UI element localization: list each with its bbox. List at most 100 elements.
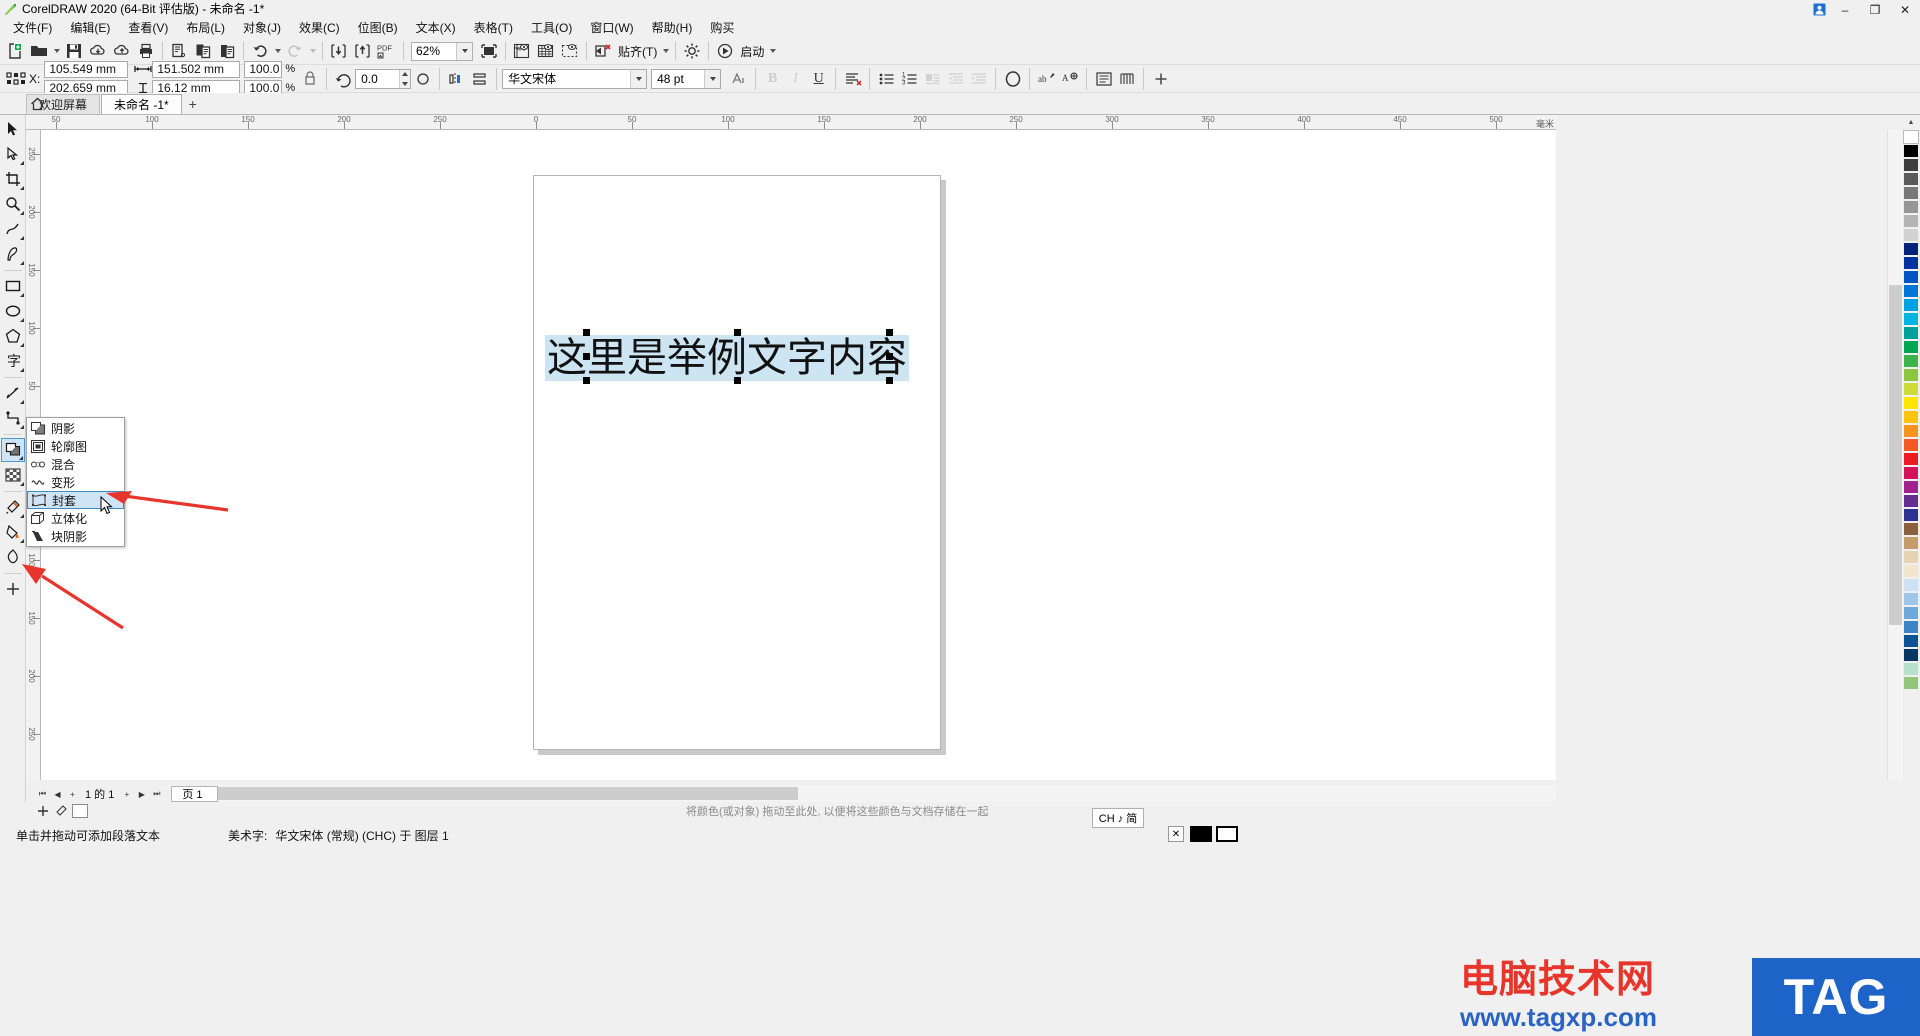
menu-view[interactable]: 查看(V): [119, 19, 177, 38]
font-size-dropdown-arrow[interactable]: [704, 69, 721, 88]
palette-swatch[interactable]: [1903, 144, 1919, 158]
vertical-scrollbar[interactable]: [1887, 130, 1903, 780]
menu-bitmap[interactable]: 位图(B): [349, 19, 407, 38]
palette-swatch[interactable]: [1903, 354, 1919, 368]
flyout-item-blend[interactable]: 混合: [27, 455, 124, 473]
selection-handle-se[interactable]: [886, 377, 893, 384]
tool-color-eyedropper[interactable]: [1, 495, 25, 519]
rotation-icon[interactable]: [332, 67, 355, 90]
palette-swatch[interactable]: [1903, 200, 1919, 214]
open-folder-icon[interactable]: [27, 40, 51, 63]
cloud-download-icon[interactable]: [86, 40, 110, 63]
page-add-before-button[interactable]: +: [66, 788, 79, 801]
options-gear-icon[interactable]: [680, 40, 704, 63]
selection-handle-s[interactable]: [734, 377, 741, 384]
page-next-button[interactable]: ▶: [135, 788, 148, 801]
palette-up-arrow[interactable]: ▲: [1903, 115, 1919, 130]
width-input[interactable]: 151.502 mm: [152, 60, 241, 78]
paragraph-format-icon[interactable]: [1115, 67, 1138, 90]
palette-swatch[interactable]: [1903, 564, 1919, 578]
export-icon[interactable]: [351, 40, 375, 63]
show-grid-icon[interactable]: [534, 40, 558, 63]
palette-swatch[interactable]: [1903, 634, 1919, 648]
selection-handle-sw[interactable]: [583, 377, 590, 384]
rotation-spinner[interactable]: [399, 69, 411, 88]
mirror-vertical-icon[interactable]: [468, 67, 491, 90]
palette-swatch[interactable]: [1903, 186, 1919, 200]
palette-swatch[interactable]: [1903, 214, 1919, 228]
zoom-input[interactable]: [412, 42, 456, 60]
maximize-button[interactable]: ❐: [1860, 0, 1890, 19]
menu-effects[interactable]: 效果(C): [290, 19, 349, 38]
cloud-upload-icon[interactable]: [110, 40, 134, 63]
tool-text[interactable]: 字: [1, 349, 25, 373]
menu-window[interactable]: 窗口(W): [581, 19, 642, 38]
font-name-combo[interactable]: 华文宋体: [502, 68, 648, 89]
zoom-dropdown-arrow[interactable]: [456, 42, 472, 60]
palette-swatch[interactable]: [1903, 508, 1919, 522]
fill-color-indicator[interactable]: [1190, 826, 1212, 842]
palette-swatch[interactable]: [1903, 522, 1919, 536]
tool-parallel-dimension[interactable]: [1, 381, 25, 405]
launch-icon[interactable]: [713, 40, 737, 63]
cut-icon[interactable]: [167, 40, 191, 63]
palette-swatch[interactable]: [1903, 438, 1919, 452]
snap-label[interactable]: 贴齐(T): [615, 43, 660, 60]
palette-swatch[interactable]: [1903, 158, 1919, 172]
palette-swatch[interactable]: [1903, 466, 1919, 480]
tool-interactive-fill[interactable]: [1, 520, 25, 544]
show-rulers-icon[interactable]: [510, 40, 534, 63]
add-color-button[interactable]: [36, 804, 50, 818]
tool-ellipse[interactable]: [1, 299, 25, 323]
bullet-list-icon[interactable]: [875, 67, 898, 90]
tool-rectangle[interactable]: [1, 274, 25, 298]
italic-icon[interactable]: I: [784, 67, 807, 90]
tool-freehand[interactable]: [1, 217, 25, 241]
fullscreen-preview-icon[interactable]: [477, 40, 501, 63]
rotation-input-combo[interactable]: 0.0: [355, 68, 412, 89]
palette-swatch[interactable]: [1903, 620, 1919, 634]
home-icon[interactable]: [26, 94, 48, 114]
eyedropper-docker-icon[interactable]: [54, 804, 68, 818]
drawing-canvas[interactable]: 这里是举例文字内容: [41, 130, 1556, 780]
copy-icon[interactable]: [191, 40, 215, 63]
tool-connector[interactable]: [1, 406, 25, 430]
palette-swatch[interactable]: [1903, 270, 1919, 284]
snap-dropdown-arrow[interactable]: [660, 40, 671, 63]
user-badge-icon[interactable]: [1808, 0, 1830, 19]
redo-dropdown-arrow[interactable]: [307, 40, 318, 63]
palette-swatch[interactable]: [1903, 662, 1919, 676]
anchor-point-icon[interactable]: [411, 67, 434, 90]
object-position-icon[interactable]: [4, 67, 27, 90]
palette-swatch[interactable]: [1903, 494, 1919, 508]
underline-icon[interactable]: U: [807, 67, 830, 90]
palette-swatch[interactable]: [1903, 606, 1919, 620]
page-first-button[interactable]: ⏮: [36, 788, 49, 801]
tool-polygon[interactable]: [1, 324, 25, 348]
menu-text[interactable]: 文本(X): [407, 19, 465, 38]
palette-swatch[interactable]: [1903, 242, 1919, 256]
palette-swatch[interactable]: [1903, 578, 1919, 592]
color-swatch-preview[interactable]: [72, 804, 88, 818]
menu-help[interactable]: 帮助(H): [643, 19, 702, 38]
char-format-icon[interactable]: A: [1058, 67, 1081, 90]
redo-icon[interactable]: [283, 40, 307, 63]
add-tab-button[interactable]: +: [183, 94, 203, 114]
ime-indicator[interactable]: CH ♪ 简: [1092, 808, 1144, 828]
close-button[interactable]: ✕: [1890, 0, 1920, 19]
show-guides-icon[interactable]: [558, 40, 582, 63]
save-icon[interactable]: [62, 40, 86, 63]
palette-swatch[interactable]: [1903, 452, 1919, 466]
selection-handle-e[interactable]: [886, 353, 893, 360]
undo-icon[interactable]: [248, 40, 272, 63]
page-tab-1[interactable]: 页 1: [171, 786, 218, 802]
tool-zoom[interactable]: [1, 192, 25, 216]
selection-handle-ne[interactable]: [886, 329, 893, 336]
palette-swatch[interactable]: [1903, 382, 1919, 396]
text-direction-icon[interactable]: [1001, 67, 1024, 90]
print-icon[interactable]: [134, 40, 158, 63]
selection-handle-w[interactable]: [583, 353, 590, 360]
mirror-horizontal-icon[interactable]: [445, 67, 468, 90]
tool-pick[interactable]: [1, 117, 25, 141]
launch-dropdown-arrow[interactable]: [767, 40, 778, 63]
